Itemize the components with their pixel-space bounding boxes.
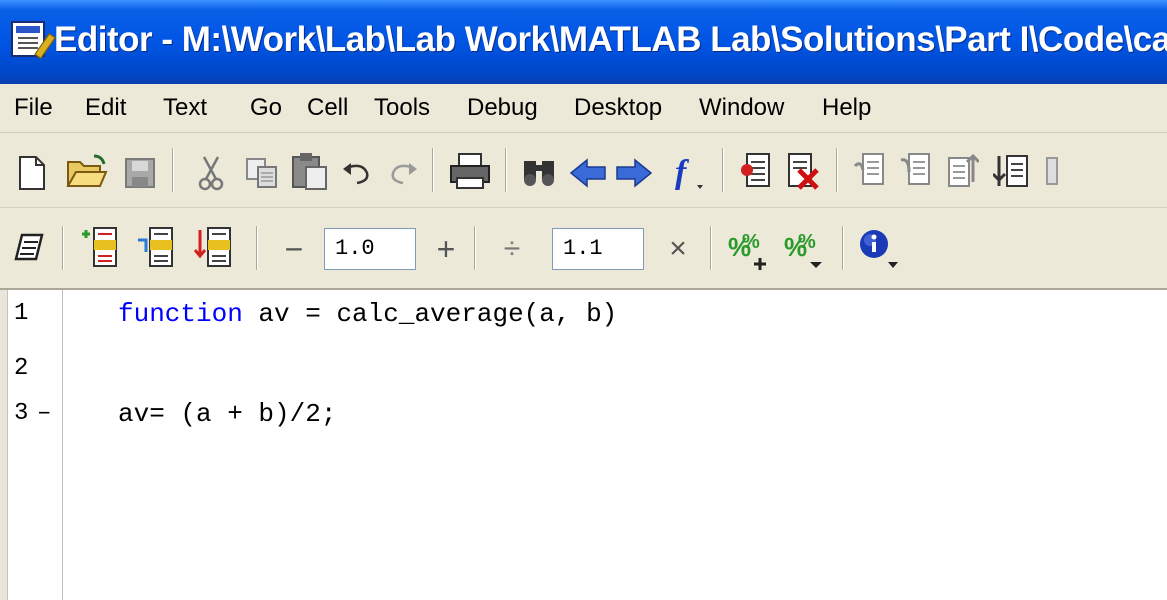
- copy-icon[interactable]: [244, 155, 280, 191]
- svg-text:f: f: [675, 154, 690, 191]
- evaluate-cell-advance-icon[interactable]: [194, 226, 234, 268]
- menu-go[interactable]: Go: [250, 93, 282, 123]
- evaluate-cell-icon[interactable]: [136, 226, 176, 268]
- menu-desktop[interactable]: Desktop: [574, 93, 662, 123]
- continue-icon[interactable]: [992, 151, 1030, 191]
- back-icon[interactable]: [568, 157, 608, 189]
- breakpoint-marker[interactable]: –: [37, 400, 51, 428]
- line-number-gutter: [0, 290, 62, 600]
- open-folder-icon[interactable]: [65, 153, 109, 191]
- find-icon[interactable]: [520, 155, 558, 189]
- divide-value-field[interactable]: 1.1: [552, 228, 644, 270]
- menu-cell[interactable]: Cell: [307, 93, 348, 123]
- svg-text:%: %: [798, 231, 816, 253]
- new-file-icon[interactable]: [14, 155, 50, 191]
- cut-icon[interactable]: [196, 153, 226, 193]
- decrement-value-field[interactable]: 1.0: [324, 228, 416, 270]
- code-text: av = calc_average(a, b): [242, 299, 618, 329]
- code-line[interactable]: av= (a + b)/2;: [118, 399, 336, 429]
- menu-file[interactable]: File: [14, 93, 53, 123]
- editor-app-icon[interactable]: [11, 21, 56, 59]
- undo-icon[interactable]: [340, 161, 376, 187]
- menu-help[interactable]: Help: [822, 93, 871, 123]
- title-bar[interactable]: Editor - M:\Work\Lab\Lab Work\MATLAB Lab…: [0, 0, 1167, 84]
- code-text: av= (a + b)/2;: [118, 399, 337, 429]
- menu-tools[interactable]: Tools: [374, 93, 430, 123]
- increment-button[interactable]: +: [432, 232, 460, 266]
- divide-button[interactable]: ÷: [498, 232, 526, 266]
- svg-text:%: %: [742, 231, 760, 253]
- insert-cell-break-icon[interactable]: [80, 226, 120, 268]
- info-icon[interactable]: [858, 226, 900, 270]
- more-toolbar-icon[interactable]: [1042, 151, 1062, 191]
- percent-options-icon[interactable]: %%: [782, 226, 826, 270]
- window-title: Editor - M:\Work\Lab\Lab Work\MATLAB Lab…: [54, 20, 1167, 59]
- main-toolbar: f: [0, 133, 1167, 208]
- line-number: 1: [14, 300, 29, 327]
- menu-edit[interactable]: Edit: [85, 93, 126, 123]
- menu-window[interactable]: Window: [699, 93, 784, 123]
- menu-bar: File Edit Text Go Cell Tools Debug Deskt…: [0, 84, 1167, 133]
- multiply-button[interactable]: ×: [664, 232, 692, 266]
- menu-debug[interactable]: Debug: [467, 93, 538, 123]
- line-number: 3: [14, 400, 29, 427]
- line-number: 2: [14, 355, 29, 382]
- clear-breakpoints-icon[interactable]: [784, 151, 822, 191]
- step-in-icon[interactable]: [898, 151, 934, 191]
- cell-mode-icon[interactable]: [14, 232, 44, 262]
- save-icon[interactable]: [122, 155, 158, 191]
- cell-toolbar: − 1.0 + ÷ 1.1 × %% %%: [0, 208, 1167, 290]
- paste-icon[interactable]: [290, 151, 330, 191]
- set-breakpoint-icon[interactable]: [738, 151, 774, 191]
- decrement-button[interactable]: −: [280, 232, 308, 266]
- percent-show-icon[interactable]: %%: [726, 226, 770, 270]
- code-line[interactable]: function av = calc_average(a, b): [118, 299, 617, 329]
- code-keyword: function: [118, 299, 243, 329]
- print-icon[interactable]: [448, 151, 492, 191]
- function-icon[interactable]: f: [668, 153, 710, 193]
- menu-text[interactable]: Text: [163, 93, 207, 123]
- redo-icon[interactable]: [384, 161, 420, 187]
- step-icon[interactable]: [852, 151, 888, 191]
- step-out-icon[interactable]: [944, 151, 980, 191]
- forward-icon[interactable]: [614, 157, 654, 189]
- code-editor[interactable]: 1 2 3 – function av = calc_average(a, b)…: [0, 290, 1167, 600]
